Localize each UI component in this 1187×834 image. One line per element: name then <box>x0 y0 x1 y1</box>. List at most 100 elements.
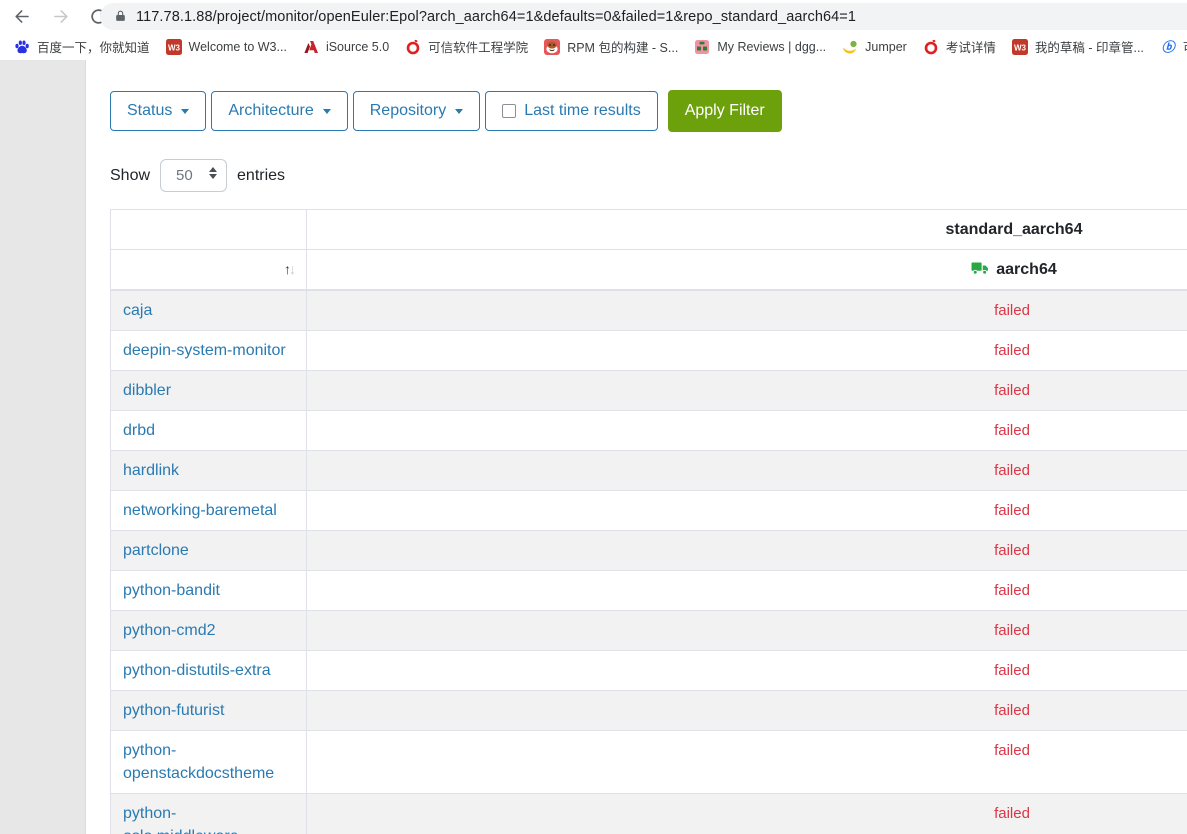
status-filter-label: Status <box>127 100 172 122</box>
select-arrows-icon <box>209 167 217 179</box>
bookmark-item[interactable]: W3 我的草稿 - 印章管... <box>1004 34 1152 59</box>
build-status-link[interactable]: failed <box>994 622 1030 639</box>
package-cell: drbd <box>111 411 307 451</box>
build-status-link[interactable]: failed <box>994 805 1030 822</box>
bookmark-item[interactable]: W3 Welcome to W3... <box>158 36 295 58</box>
package-cell: python-cmd2 <box>111 611 307 651</box>
bookmark-label: 我的草稿 - 印章管... <box>1035 37 1144 56</box>
table-row: python-cmd2 failed <box>111 611 1187 651</box>
bookmark-item[interactable]: ⓑ 可 <box>1152 34 1187 59</box>
last-time-results-label: Last time results <box>524 100 640 122</box>
isource-a-icon <box>303 39 319 55</box>
url-text: 117.78.1.88/project/monitor/openEuler:Ep… <box>136 9 856 25</box>
table-row: hardlink failed <box>111 451 1187 491</box>
package-sort-header[interactable]: ↑↓ <box>111 250 307 291</box>
w3-badge-icon: W3 <box>1012 39 1028 55</box>
left-gray-panel <box>0 60 86 834</box>
bookmark-item[interactable]: iSource 5.0 <box>295 36 397 58</box>
table-row: python-bandit failed <box>111 571 1187 611</box>
bookmark-item[interactable]: My Reviews | dgg... <box>686 36 834 58</box>
package-cell: partclone <box>111 531 307 571</box>
repository-header-row: standard_aarch64 <box>111 210 1187 250</box>
sort-icon[interactable]: ↑↓ <box>284 261 294 277</box>
truck-icon <box>971 261 990 276</box>
build-status-link[interactable]: failed <box>994 502 1030 519</box>
build-status-link[interactable]: failed <box>994 382 1030 399</box>
build-status-link[interactable]: failed <box>994 582 1030 599</box>
table-row: partclone failed <box>111 531 1187 571</box>
build-status-link[interactable]: failed <box>994 302 1030 319</box>
status-cell: failed <box>307 411 1187 451</box>
bookmarks-bar: 百度一下，你就知道 W3 Welcome to W3... iSource 5.… <box>0 33 1187 60</box>
baidu-paw-icon <box>14 39 30 55</box>
last-time-results-toggle[interactable]: Last time results <box>485 91 657 131</box>
show-label: Show <box>110 167 150 185</box>
bookmark-label: My Reviews | dgg... <box>717 40 826 54</box>
build-status-link[interactable]: failed <box>994 702 1030 719</box>
last-time-results-checkbox[interactable] <box>502 104 516 118</box>
build-status-link[interactable]: failed <box>994 342 1030 359</box>
apply-filter-button[interactable]: Apply Filter <box>668 90 782 132</box>
build-status-link[interactable]: failed <box>994 422 1030 439</box>
status-cell: failed <box>307 451 1187 491</box>
bookmark-item[interactable]: Jumper <box>834 36 915 58</box>
chevron-down-icon <box>455 109 463 114</box>
svg-text:W3: W3 <box>168 43 181 52</box>
table-row: python-oslo.middleware failed <box>111 794 1187 834</box>
build-monitor-table: standard_aarch64 ↑↓ aarch64 <box>110 209 1187 834</box>
bookmark-item[interactable]: 百度一下，你就知道 <box>6 34 158 59</box>
status-cell: failed <box>307 731 1187 794</box>
repository-filter-dropdown[interactable]: Repository <box>353 91 480 131</box>
package-cell: python-bandit <box>111 571 307 611</box>
back-icon[interactable] <box>10 4 34 28</box>
package-cell: python-futurist <box>111 691 307 731</box>
architecture-header-row: ↑↓ aarch64 <box>111 250 1187 291</box>
package-cell: python-oslo.middleware <box>111 794 307 834</box>
bookmark-label: Welcome to W3... <box>189 40 287 54</box>
red-ring-icon <box>923 39 939 55</box>
svg-text:W3: W3 <box>1014 43 1027 52</box>
bookmark-item[interactable]: RPM 包的构建 - S... <box>536 34 686 59</box>
package-link[interactable]: python-oslo.middleware <box>123 802 290 834</box>
architecture-header[interactable]: aarch64 <box>307 250 1187 291</box>
build-status-link[interactable]: failed <box>994 542 1030 559</box>
address-bar[interactable]: 117.78.1.88/project/monitor/openEuler:Ep… <box>100 3 1187 30</box>
architecture-filter-dropdown[interactable]: Architecture <box>211 91 347 131</box>
red-ring-icon <box>405 39 421 55</box>
status-cell: failed <box>307 651 1187 691</box>
package-cell: hardlink <box>111 451 307 491</box>
table-row: dibbler failed <box>111 371 1187 411</box>
package-link[interactable]: python-bandit <box>123 579 290 602</box>
build-status-link[interactable]: failed <box>994 742 1030 759</box>
build-status-link[interactable]: failed <box>994 662 1030 679</box>
chevron-down-icon <box>181 109 189 114</box>
monkey-face-icon <box>544 39 560 55</box>
package-link[interactable]: python-futurist <box>123 699 290 722</box>
bookmark-item[interactable]: 可信软件工程学院 <box>397 34 536 59</box>
bookmark-item[interactable]: 考试详情 <box>915 34 1004 59</box>
build-status-link[interactable]: failed <box>994 462 1030 479</box>
table-row: python-openstackdocstheme failed <box>111 731 1187 794</box>
package-link[interactable]: networking-baremetal <box>123 499 290 522</box>
status-cell: failed <box>307 571 1187 611</box>
status-cell: failed <box>307 794 1187 834</box>
package-link[interactable]: python-distutils-extra <box>123 659 290 682</box>
table-row: deepin-system-monitor failed <box>111 331 1187 371</box>
package-link[interactable]: partclone <box>123 539 290 562</box>
package-link[interactable]: python-cmd2 <box>123 619 290 642</box>
https-lock-icon[interactable] <box>114 9 127 24</box>
package-link[interactable]: dibbler <box>123 379 290 402</box>
architecture-header-label: aarch64 <box>996 261 1057 278</box>
status-filter-dropdown[interactable]: Status <box>110 91 206 131</box>
bookmark-label: RPM 包的构建 - S... <box>567 37 678 56</box>
forward-icon[interactable] <box>48 4 72 28</box>
w3-badge-icon: W3 <box>166 39 182 55</box>
package-link[interactable]: python-openstackdocstheme <box>123 739 290 785</box>
package-link[interactable]: deepin-system-monitor <box>123 339 290 362</box>
package-link[interactable]: caja <box>123 299 290 322</box>
entries-value: 50 <box>176 167 193 184</box>
table-row: networking-baremetal failed <box>111 491 1187 531</box>
package-link[interactable]: drbd <box>123 419 290 442</box>
entries-per-page-select[interactable]: 50 <box>160 159 227 192</box>
package-link[interactable]: hardlink <box>123 459 290 482</box>
